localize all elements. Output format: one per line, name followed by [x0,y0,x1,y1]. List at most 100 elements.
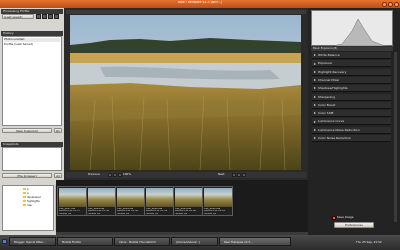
folder-icon [23,196,26,198]
preview-toolbar [66,10,306,14]
taskbar-item[interactable]: Inbox - Mozilla Thunderbird [114,237,170,246]
histogram-curve [312,18,394,47]
snapshots-list [2,147,62,171]
next-zoom-out-icon[interactable] [232,173,236,177]
tool-scrollbar[interactable] [394,52,397,222]
expand-triangle-icon [313,104,316,107]
thumbnail-image [175,188,203,207]
tool-highlight-recovery[interactable]: Highlight Recovery [312,68,391,76]
thumbnail-exif: ISO100 f/8 [87,213,101,216]
thumbnail-exif: ISO100 f/8 [145,213,159,216]
thumbnail-image [204,188,232,207]
remove-snapshot-button[interactable]: Rn [54,128,62,133]
thumbnail[interactable]: DSC_0022.nef 2008-03-11 14:01 ISO100 f/8 [202,186,233,216]
expand-triangle-icon [313,128,316,131]
history-item[interactable]: Photo Loaded [4,38,60,42]
tool-color-noise-reduction[interactable]: Color Noise Reduction [312,135,391,142]
snapshot-mini-button[interactable]: Ad [54,173,62,178]
tool-luminance-noise-reduction[interactable]: Luminance Noise Reduction [312,126,391,134]
thumbnail-exif: ISO100 f/8 [116,213,130,216]
thumbnail-exif: ISO100 f/8 [203,213,217,216]
expand-triangle-icon [313,120,316,123]
taskbar-item[interactable]: [/home/shared/...] [171,237,218,246]
preferences-button[interactable]: Preferences [334,222,374,228]
taskbar-item[interactable]: Blogger: Rjarret Wilso... [9,237,56,246]
save-image-label[interactable]: Save Image [337,216,367,221]
save-image-icon [332,216,336,220]
photo-preview[interactable] [70,15,301,170]
foreground-grass [70,83,301,170]
show-desktop-icon[interactable] [2,238,7,244]
tool-tabs[interactable]: Basic Exposure (B) [311,47,393,51]
tool-color-shift[interactable]: Color Shift [312,110,391,118]
tool-sharpening[interactable]: Sharpening [312,93,391,101]
title-bar: Raw Therapee v2.3 (NEF...) [0,0,400,8]
tool-color-boost[interactable]: Color Boost [312,101,391,109]
history-list: Photo Loaded Profile (Last Saved) [2,36,62,126]
zoom-fit-icon[interactable] [113,173,117,177]
expand-triangle-icon [313,112,316,115]
thumbnail-exif: ISO100 f/8 [174,213,188,216]
tool-exposure[interactable]: Exposure [312,60,391,68]
thumbnail-exif: ISO100 f/8 [58,213,72,216]
expand-triangle-icon [313,95,316,98]
previous-label: Previous [88,172,100,176]
thumbnail[interactable]: DSC_0018.nef 2008-03-11 13:58 ISO100 f/8 [86,186,117,216]
next-label: Next [218,172,225,176]
expand-triangle-icon [313,62,316,65]
expand-triangle-icon [313,54,316,57]
next-zoom-fit-icon[interactable] [237,173,241,177]
thumbnail[interactable]: DSC_0019.nef 2008-03-11 13:58 ISO100 f/8 [115,186,146,216]
next-zoom-in-icon[interactable] [242,173,246,177]
thumbnail-image [59,188,87,207]
folder-icon [23,204,26,206]
thumbnail[interactable]: DSC_0021.nef 2008-03-11 14:00 ISO100 f/8 [173,186,204,216]
tool-channel-mixer[interactable]: Channel Mixer [312,76,391,84]
profile-dropdown[interactable]: (Last saved) [2,14,34,19]
load-profile-icon[interactable] [42,14,47,19]
window-title: Raw Therapee v2.3 (NEF...) [177,1,223,4]
taskbar-item[interactable]: Mozilla Firefox [57,237,113,246]
tool-white-balance[interactable]: White Balance [312,52,391,59]
histogram [311,10,394,47]
expand-triangle-icon [313,79,316,82]
folder-item[interactable]: raw [23,204,32,207]
thumbnail[interactable]: DSC_0020.nef 2008-03-11 13:59 ISO100 f/8 [144,186,175,216]
history-item[interactable]: Profile (Last Saved) [4,43,60,47]
zoom-out-icon[interactable] [108,173,112,177]
new-snapshot-button[interactable]: New Snapshot [2,128,52,133]
maximize-button[interactable] [388,1,393,7]
save-profile-icon[interactable] [36,14,41,19]
minimize-button[interactable] [382,1,387,7]
history-header: History [1,31,63,36]
expand-triangle-icon [313,87,316,90]
clock: Thu 25 Sep, 21:52 [356,240,382,244]
far-meadow [70,53,301,63]
thumbnail-image [146,188,174,207]
processing-profile-header: Processing Profile [1,9,63,14]
thumbnail-image [88,188,116,207]
thumbnail[interactable]: DSC_0017.nef 2008-03-11 13:57 ISO100 f/8 [57,186,88,216]
thumbnail-image [117,188,145,207]
expand-triangle-icon [313,70,316,73]
copy-profile-icon[interactable] [48,14,53,19]
expand-triangle-icon [313,137,316,140]
close-button[interactable] [394,1,399,7]
folder-item[interactable]: a [23,188,29,191]
tool-list: White Balance Exposure Highlight Recover… [311,52,393,172]
tool-luminance-curve[interactable]: Luminance Curve [312,118,391,126]
folder-item[interactable]: highlights [23,200,40,203]
snapshots-header: Snapshots [1,142,63,147]
tool-shadows-highlights[interactable]: Shadows/Highlights [312,85,391,93]
folder-icon [23,188,26,190]
folder-item[interactable]: developed [23,196,41,199]
paste-profile-icon[interactable] [54,14,59,19]
add-snapshot-button[interactable]: (file browser) [2,173,52,178]
folder-icon [23,192,26,194]
zoom-level: 100% [123,172,131,176]
taskbar-item-active[interactable]: Raw Therapee v2.3... [219,237,291,246]
folder-icon [23,200,26,202]
folder-tree: a a developed highlights raw [2,185,54,231]
zoom-in-icon[interactable] [118,173,122,177]
folder-item[interactable]: a [23,192,29,195]
